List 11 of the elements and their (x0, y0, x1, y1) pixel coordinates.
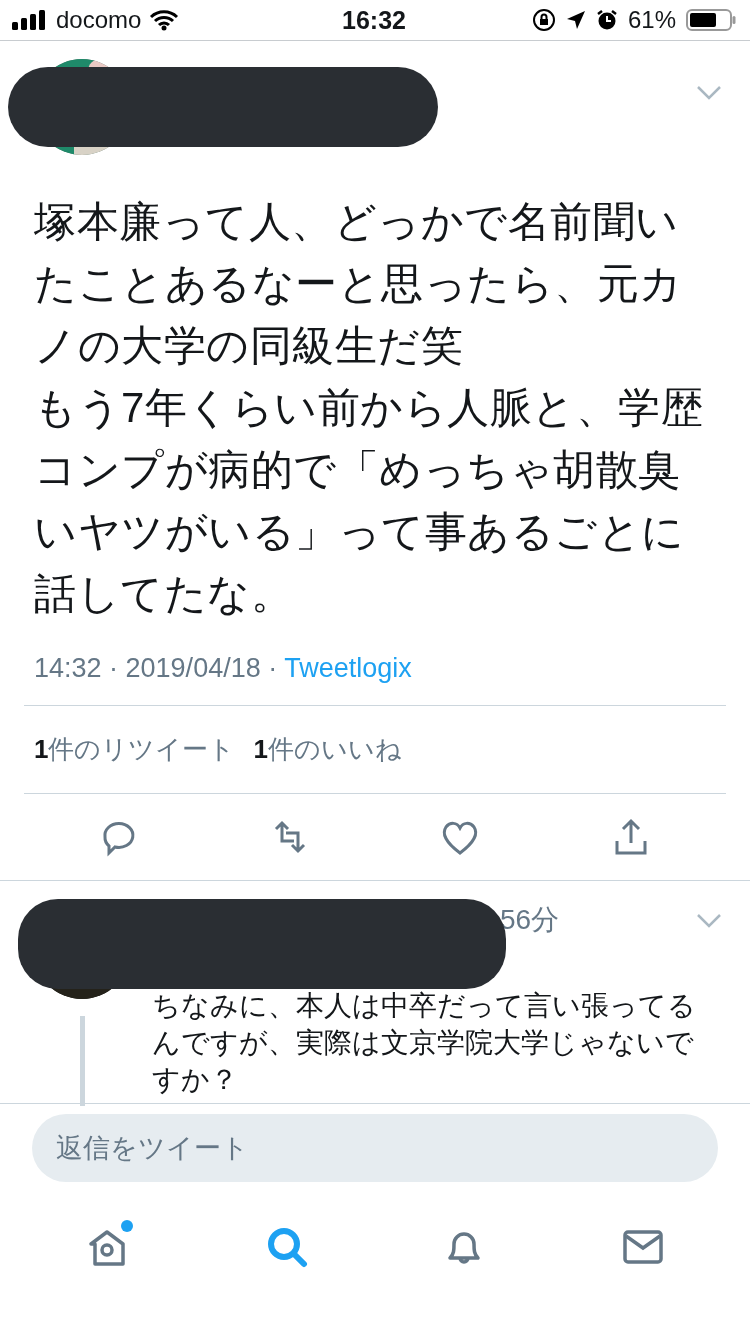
battery-percent: 61% (627, 6, 676, 34)
retweet-count[interactable]: 1件のリツイート (34, 732, 236, 767)
reply-time: 56分 (500, 903, 560, 937)
tweet-paragraph: もう7年くらい前から人脈と、学歴コンプが病的で「めっちゃ胡散臭いヤツがいる」って事あるごとに話してたな。 (34, 383, 705, 619)
tweet-timestamp: 14:32 · 2019/04/18 · Tweetlogix (34, 653, 413, 685)
clock-time: 16:32 (342, 5, 406, 35)
reply-text: ちなみに、本人は中卒だって言い張ってるんですが、実際は文京学院大学じゃないですか？ (152, 989, 697, 1097)
reply-input-field[interactable]: 返信をツイート (32, 1114, 718, 1182)
carrier-name: docomo (56, 6, 142, 34)
tweet-paragraph: 塚本廉って人、どっかで名前聞いたことあるなーと思ったら、元カノの大学の同級生だ笑 (34, 197, 684, 371)
like-count[interactable]: 1件のいいね (253, 732, 402, 767)
